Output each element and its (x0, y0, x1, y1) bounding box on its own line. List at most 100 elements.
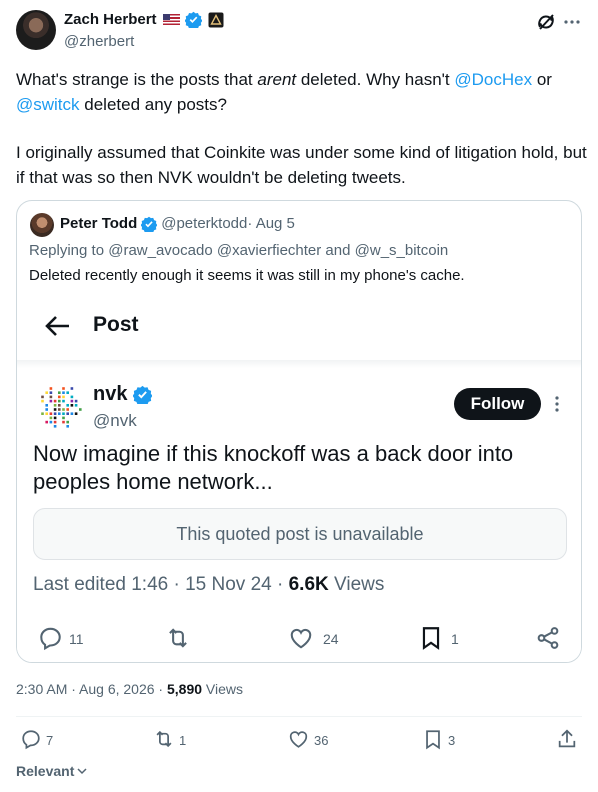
post-text: What's strange is the posts that arent d… (16, 70, 552, 114)
avatar-pixel (45, 412, 48, 415)
quote-author-name: Peter Todd (60, 215, 138, 232)
avatar-pixel (62, 399, 65, 403)
avatar-pixel (53, 420, 57, 424)
avatar-pixel (62, 391, 65, 394)
share-icon (535, 625, 561, 651)
avatar-pixel (45, 404, 48, 407)
avatar-pixel (58, 408, 61, 411)
avatar-pixel (49, 416, 53, 420)
avatar-pixel (45, 408, 48, 411)
screenshot-like-count: 24 (323, 631, 339, 647)
avatar-pixel (49, 399, 53, 403)
avatar-pixel (66, 412, 69, 415)
avatar-pixel (53, 412, 57, 415)
author-avatar[interactable] (16, 10, 56, 50)
reply-icon (37, 625, 64, 651)
avatar-pixel (49, 420, 53, 424)
avatar-pixel (66, 425, 69, 428)
avatar-pixel (66, 391, 69, 394)
reply-count: 7 (46, 733, 54, 748)
mention-dochex[interactable]: @DocHex (454, 70, 532, 89)
nvk-avatar (41, 387, 82, 428)
post-timestamp[interactable]: 2:30 AM · Aug 6, 2026 · 5,890 Views (16, 681, 243, 697)
avatar-pixel (58, 395, 61, 399)
reply-icon[interactable] (20, 728, 42, 750)
more-vertical-icon (553, 395, 561, 413)
author-name[interactable]: Zach Herbert (64, 11, 157, 28)
screenshot-author-handle: @nvk (93, 411, 137, 430)
avatar-pixel (70, 404, 74, 407)
share-icon[interactable] (556, 728, 578, 750)
avatar-pixel (58, 399, 61, 403)
bookmark-icon (418, 624, 444, 652)
verified-icon (184, 11, 202, 28)
quote-attached-image: Post nvk @nvk Follow Now imagine if this… (17, 298, 581, 662)
avatar-pixel (74, 404, 78, 407)
verified-icon (133, 385, 153, 404)
unavailable-quote-box: This quoted post is unavailable (33, 508, 567, 560)
avatar-pixel (66, 420, 69, 424)
view-count: 5,890 (167, 681, 203, 697)
avatar-pixel (53, 416, 57, 420)
divider (16, 716, 582, 717)
author-handle[interactable]: @zherbert (64, 33, 134, 50)
like-count: 36 (314, 733, 329, 748)
avatar-pixel (62, 420, 65, 424)
repost-icon[interactable] (152, 728, 176, 750)
avatar-pixel (70, 395, 74, 399)
quote-text: Deleted recently enough it seems it was … (29, 267, 465, 284)
screenshot-bookmark-count: 1 (451, 631, 459, 647)
avatar-pixel (58, 412, 61, 415)
unavailable-quote-text: This quoted post is unavailable (176, 524, 424, 544)
avatar-pixel (58, 391, 61, 394)
avatar-pixel (49, 391, 53, 394)
avatar-pixel (70, 412, 74, 415)
post-actions: 7 1 36 3 (16, 727, 582, 753)
mention-switck[interactable]: @switck (16, 95, 80, 114)
avatar-pixel (45, 420, 48, 424)
avatar-pixel (66, 408, 69, 411)
flag-emoji (162, 14, 180, 25)
screenshot-author-name: nvk (93, 383, 128, 405)
sort-label: Relevant (16, 763, 75, 779)
avatar-pixel (41, 395, 44, 399)
post-text-paragraph-2: I originally assumed that Coinkite was u… (16, 143, 587, 187)
chevron-down-icon (76, 765, 88, 777)
affiliate-badge-icon (208, 12, 224, 28)
avatar-pixel (53, 425, 57, 428)
quote-author-handle: @peterktodd (161, 215, 248, 232)
screenshot-post-text: Now imagine if this knockoff was a back … (33, 441, 514, 494)
avatar-pixel (53, 399, 57, 403)
quoted-post-card[interactable]: Peter Todd @peterktodd · Aug 5 Replying … (16, 200, 582, 663)
screenshot-actions: 11 24 1 (37, 622, 567, 652)
avatar-pixel (62, 387, 65, 390)
avatar-pixel (74, 412, 78, 415)
bookmark-icon[interactable] (422, 728, 444, 751)
more-icon[interactable] (563, 13, 581, 31)
sort-relevant-dropdown[interactable]: Relevant (16, 763, 88, 779)
quote-date: · Aug 5 (247, 215, 295, 232)
repost-count: 1 (179, 733, 187, 748)
screenshot-meta: Last edited 1:46 · 15 Nov 24 · 6.6K View… (33, 574, 385, 595)
quote-avatar (30, 213, 54, 237)
grok-icon[interactable] (536, 12, 556, 32)
avatar-pixel (62, 416, 65, 420)
avatar-pixel (62, 395, 65, 399)
avatar-pixel (41, 399, 44, 403)
avatar-pixel (45, 391, 48, 394)
post-text-italic: arent (257, 70, 297, 89)
bookmark-count: 3 (448, 733, 456, 748)
like-icon[interactable] (287, 728, 310, 750)
avatar-pixel (62, 408, 65, 411)
avatar-pixel (53, 404, 57, 407)
avatar-pixel (58, 404, 61, 407)
like-icon (287, 625, 315, 651)
avatar-pixel (49, 395, 53, 399)
back-arrow-icon (45, 315, 71, 337)
avatar-pixel (41, 412, 44, 415)
avatar-pixel (49, 412, 53, 415)
screenshot-header-divider (17, 360, 581, 368)
avatar-pixel (62, 412, 65, 415)
avatar-pixel (70, 399, 74, 403)
avatar-pixel (70, 387, 74, 390)
